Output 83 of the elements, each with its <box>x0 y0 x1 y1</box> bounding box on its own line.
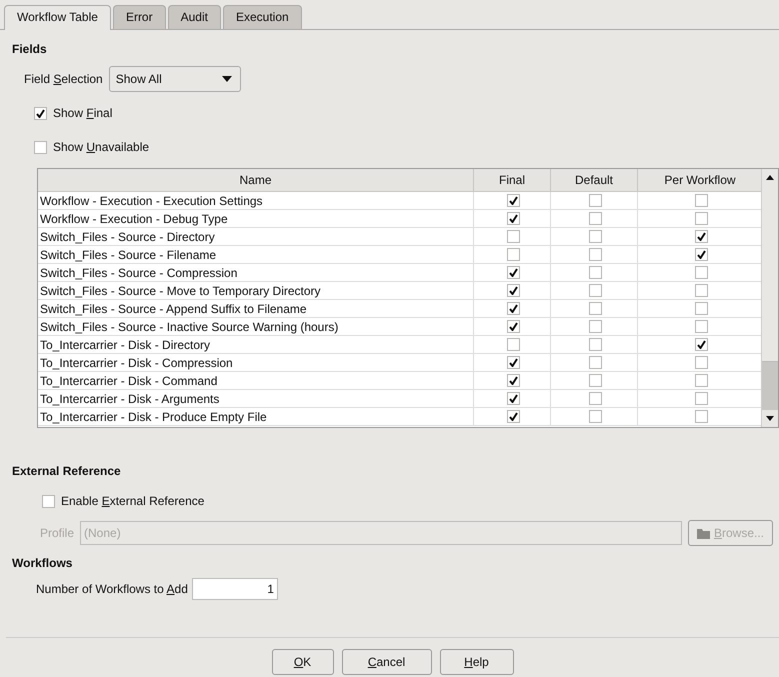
checkbox[interactable] <box>588 302 602 315</box>
checkbox[interactable] <box>588 410 602 423</box>
checkbox[interactable] <box>694 230 708 243</box>
field-selection-dropdown[interactable]: Show All <box>108 66 241 92</box>
checkbox[interactable] <box>694 212 708 225</box>
checkbox[interactable] <box>588 212 602 225</box>
checkbox[interactable] <box>588 266 602 279</box>
field-label: Profile <box>40 526 74 540</box>
checkbox[interactable] <box>694 284 708 297</box>
column-header[interactable]: Per Workflow <box>638 169 761 192</box>
column-header[interactable]: Default <box>551 169 638 192</box>
column-header[interactable]: Final <box>474 169 551 192</box>
checkbox[interactable] <box>694 356 708 369</box>
tab[interactable]: Error <box>112 5 166 29</box>
checkbox[interactable] <box>588 320 602 333</box>
checkbox[interactable] <box>42 494 55 508</box>
scrollbar[interactable] <box>761 169 778 427</box>
table-cell: To_Intercarrier - Disk - Compression <box>38 354 474 372</box>
checkbox[interactable] <box>588 284 602 297</box>
caret-icon <box>222 76 232 82</box>
checkbox[interactable] <box>506 356 520 369</box>
checkbox[interactable] <box>588 248 602 261</box>
checkbox[interactable] <box>506 320 520 333</box>
dialog-button[interactable]: OK <box>272 649 334 675</box>
checkbox-label: Enable External Reference <box>61 494 204 508</box>
checkbox[interactable] <box>588 374 602 387</box>
checkbox[interactable] <box>694 374 708 387</box>
checkbox[interactable] <box>588 230 602 243</box>
checkbox[interactable] <box>694 338 708 351</box>
tab[interactable]: Workflow Table <box>4 5 111 30</box>
checkbox[interactable] <box>506 230 520 243</box>
dialog-button[interactable]: Help <box>440 649 514 675</box>
table-cell: To_Intercarrier - Disk - Produce Empty File <box>38 408 474 426</box>
section-heading: Workflows <box>11 556 74 570</box>
dialog-button[interactable]: Cancel <box>342 649 432 675</box>
table-cell: Switch_Files - Source - Append Suffix to Filename <box>38 300 474 318</box>
checkbox[interactable] <box>694 320 708 333</box>
checkbox[interactable] <box>506 194 520 207</box>
number-field[interactable]: 1 <box>192 578 278 600</box>
checkbox[interactable] <box>506 284 520 297</box>
checkbox[interactable] <box>506 374 520 387</box>
scrollbar-thumb[interactable] <box>762 186 778 362</box>
field-label: Number of Workflows to Add <box>36 582 188 596</box>
checkbox[interactable] <box>506 266 520 279</box>
table-cell: Switch_Files - Source - Filename <box>38 246 474 264</box>
tab[interactable]: Audit <box>168 5 221 29</box>
table-cell: Switch_Files - Source - Directory <box>38 228 474 246</box>
table-cell: To_Intercarrier - Disk - Directory <box>38 336 474 354</box>
checkbox[interactable] <box>34 106 47 120</box>
table-cell: Switch_Files - Source - Move to Temporary Directory <box>38 282 474 300</box>
up-arrow-icon[interactable] <box>766 175 774 180</box>
checkbox[interactable] <box>506 302 520 315</box>
checkbox[interactable] <box>34 140 47 154</box>
column-header[interactable]: Name <box>38 169 474 192</box>
table-cell: Switch_Files - Source - Inactive Source Warning (hours) <box>38 318 474 336</box>
table-cell: To_Intercarrier - Disk - Command <box>38 372 474 390</box>
checkbox[interactable] <box>694 410 708 423</box>
section-heading: Fields <box>11 42 48 56</box>
checkbox[interactable] <box>694 248 708 261</box>
checkbox[interactable] <box>588 356 602 369</box>
checkbox-label: Show Unavailable <box>53 140 150 154</box>
table-cell: Workflow - Execution - Execution Settings <box>38 192 474 210</box>
checkbox[interactable] <box>694 302 708 315</box>
checkbox[interactable] <box>506 338 520 351</box>
folder-icon <box>696 528 710 538</box>
checkbox[interactable] <box>694 266 708 279</box>
checkbox[interactable] <box>588 194 602 207</box>
table-cell: To_Intercarrier - Disk - Arguments <box>38 390 474 408</box>
table-cell: Workflow - Execution - Debug Type <box>38 210 474 228</box>
checkbox[interactable] <box>694 194 708 207</box>
down-arrow-icon[interactable] <box>766 416 774 421</box>
section-heading: External Reference <box>11 464 122 478</box>
tab[interactable]: Execution <box>222 5 302 29</box>
checkbox[interactable] <box>506 212 520 225</box>
table-cell: Switch_Files - Source - Compression <box>38 264 474 282</box>
checkbox-label: Show Final <box>53 106 112 120</box>
checkbox[interactable] <box>506 248 520 261</box>
field-label: Field Selection <box>24 72 103 86</box>
checkbox[interactable] <box>588 338 602 351</box>
checkbox[interactable] <box>694 392 708 405</box>
checkbox[interactable] <box>506 392 520 405</box>
checkbox[interactable] <box>506 410 520 423</box>
checkbox[interactable] <box>588 392 602 405</box>
